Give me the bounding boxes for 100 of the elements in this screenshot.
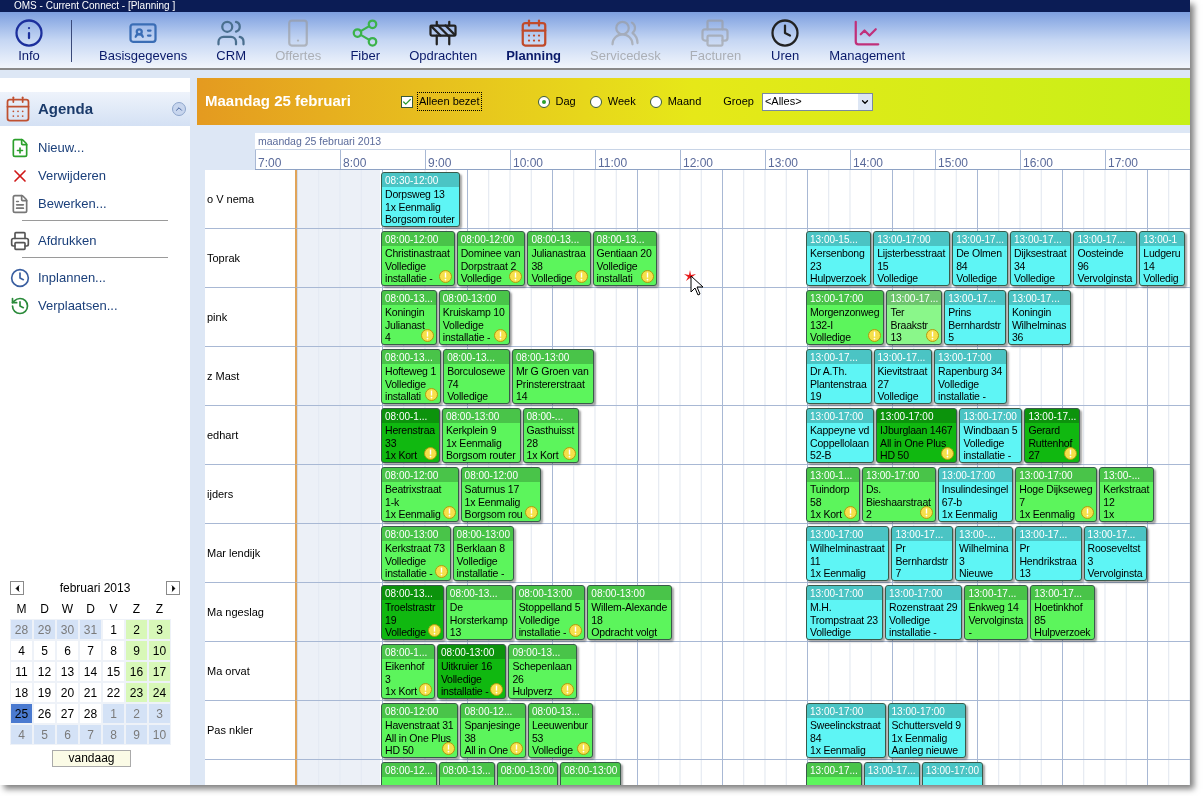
- appointment-card[interactable]: 13:00-17... Koningin Wilhelminas 36: [1007, 290, 1072, 345]
- appointment-card[interactable]: 13:00-17... Hoetinkhof 85 Hulpverzoek: [1030, 585, 1096, 640]
- calendar-day[interactable]: 7: [79, 640, 102, 661]
- calendar-day[interactable]: 6: [56, 640, 79, 661]
- calendar-day[interactable]: 1: [102, 619, 125, 640]
- today-button[interactable]: vandaag: [52, 750, 131, 767]
- sidebar-action[interactable]: Nieuw...: [10, 134, 190, 162]
- collapse-button[interactable]: [172, 102, 186, 116]
- appointment-card[interactable]: 13:00-17:00 Kappeyne vd Coppellolaan 52-B: [806, 408, 875, 463]
- appointment-card[interactable]: 13:00-17:00 M.H. Trompstraat 23 Volledige: [806, 585, 883, 640]
- appointment-card[interactable]: 13:00-... Kerkstraat 12 1x: [1099, 467, 1155, 522]
- appointment-card[interactable]: 13:00-17:00 Sweelinckstraat 84 1x Eenmalig: [806, 703, 886, 758]
- toolbar-button[interactable]: Uren: [768, 18, 803, 68]
- toolbar-button[interactable]: Planning: [504, 18, 563, 68]
- calendar-day[interactable]: 16: [125, 661, 148, 682]
- calendar-day[interactable]: 5: [33, 640, 56, 661]
- calendar-day[interactable]: 11: [10, 661, 33, 682]
- calendar-day[interactable]: 19: [33, 682, 56, 703]
- appointment-card[interactable]: 13:00-17... Ter Braakstr 13: [886, 290, 943, 345]
- appointment-card[interactable]: 13:00-17:00 Rapenburg 34 Volledige installatie -: [934, 349, 1008, 404]
- appointment-card[interactable]: 13:00-1 Ludgeru 14 Volledig: [1139, 231, 1186, 286]
- appointment-card[interactable]: 08:00-12... Spanjesinge 38 All in One: [460, 703, 526, 758]
- appointment-card[interactable]: 13:00-17:00 IJburglaan 1467 All in One Plus HD 50: [876, 408, 958, 463]
- calendar-day[interactable]: 23: [125, 682, 148, 703]
- appointment-card[interactable]: 08:00-12:00 Beatrixstraat 1-k 1x Eenmalig: [381, 467, 459, 522]
- toolbar-button[interactable]: Info: [12, 18, 46, 68]
- appointment-card[interactable]: 13:00-17... Pr Bernhardstr 7: [891, 526, 954, 581]
- previous-month-button[interactable]: [10, 581, 24, 595]
- appointment-card[interactable]: 13:00-17:00 Schuttersveld 9 1x Eenmalig Aanleg nieuwe: [887, 703, 966, 758]
- appointment-card[interactable]: 13:00-17:00 Wilhelminastraat 11 1x Eenmalig: [806, 526, 890, 581]
- toolbar-button[interactable]: Opdrachten: [407, 18, 480, 68]
- sidebar-action[interactable]: Inplannen...: [10, 264, 168, 292]
- calendar-day[interactable]: 20: [56, 682, 79, 703]
- sidebar-action[interactable]: Verwijderen: [10, 162, 190, 190]
- appointment-card[interactable]: 08:00-13:00 Willem-Alexande 18 Opdracht volgt: [587, 585, 673, 640]
- appointment-card[interactable]: 13:00-17:00 Morgenzonweg 132-I Volledige: [806, 290, 885, 345]
- appointment-card[interactable]: 13:00-17... Dijksestraat 34 Volledige: [1010, 231, 1072, 286]
- calendar-day[interactable]: 18: [10, 682, 33, 703]
- appointment-card[interactable]: 08:00-1... Eikenhof 3 1x Kort: [381, 644, 435, 699]
- appointment-card[interactable]: 08:00-12:00 Saturnus 17 1x Eenmalig Borgsom rou: [460, 467, 541, 522]
- appointment-card[interactable]: 13:00-17... Oosteinde 96 Vervolginsta: [1073, 231, 1138, 286]
- calendar-day[interactable]: 3: [148, 619, 171, 640]
- calendar-day[interactable]: 25: [10, 703, 33, 724]
- calendar-day[interactable]: 21: [79, 682, 102, 703]
- appointment-card[interactable]: 13:00-17:00 Rozenstraat 29 Volledige installatie -: [885, 585, 963, 640]
- appointment-card[interactable]: 08:00-13:00 Kerkplein 9 1x Eenmalig Borgsom router: [441, 408, 521, 463]
- appointment-card[interactable]: 13:00-17... Prins Bernhardstr 5: [944, 290, 1006, 345]
- sidebar-action[interactable]: Bewerken...: [10, 190, 190, 218]
- appointment-card[interactable]: 08:00-13:00 Berklaan 8 Volledige installatie -: [452, 526, 514, 581]
- next-month-button[interactable]: [166, 581, 180, 595]
- appointment-card[interactable]: 08:00-13... Borculosewe 74 Volledige: [443, 349, 511, 404]
- toolbar-button[interactable]: Basisgegevens: [97, 18, 190, 68]
- appointment-card[interactable]: 08:00-13:00 Kerkstraat 73 Volledige installatie -: [381, 526, 451, 581]
- appointment-card[interactable]: 08:00-13... Julianastraa 38 Volledige: [527, 231, 591, 286]
- calendar-day[interactable]: 26: [33, 703, 56, 724]
- appointment-card[interactable]: 08:00-13... De Horsterkamp 13: [445, 585, 513, 640]
- appointment-card[interactable]: 13:00-15... Kersenbong 23 Hulpverzoek: [806, 231, 872, 286]
- calendar-day[interactable]: 14: [79, 661, 102, 682]
- calendar-day[interactable]: 2: [125, 619, 148, 640]
- group-dropdown[interactable]: <Alles>: [761, 92, 873, 111]
- appointment-card[interactable]: 13:00-17... Dr A.Th. Plantenstraa 19: [806, 349, 872, 404]
- appointment-card[interactable]: 13:00-1... Tuindorp 58 1x Kort: [806, 467, 860, 522]
- appointment-card[interactable]: 08:00-12:00 Dominee van Dorpstraat 2 Volledige: [456, 231, 526, 286]
- appointment-card[interactable]: 13:00-17:00 Windbaan 5 Volledige installatie -: [959, 408, 1023, 463]
- calendar-day[interactable]: 22: [102, 682, 125, 703]
- appointment-card[interactable]: 08:00-... Gasthuisst 28 1x Kort: [522, 408, 580, 463]
- appointment-card[interactable]: 13:00-17... Rooseveltst 3 Vervolginsta: [1083, 526, 1148, 581]
- appointment-card[interactable]: 08:00-13... Gentiaan 20 Volledige installati: [592, 231, 657, 286]
- appointment-card[interactable]: 13:00-17:00 Ds. Bieshaarstraat 2: [861, 467, 936, 522]
- appointment-card[interactable]: 08:00-12:00 Havenstraat 31 All in One Plus HD 50: [381, 703, 459, 758]
- appointment-card[interactable]: 08:00-13... Leeuwenbur 53 Volledige: [527, 703, 593, 758]
- appointment-card[interactable]: 08:00-13... Hofteweg 1 Volledige installati: [381, 349, 442, 404]
- appointment-card[interactable]: 08:30-12:00 Dorpsweg 13 1x Eenmalig Borgsom router: [381, 172, 460, 227]
- appointment-card[interactable]: 13:00-17... Enkweg 14 Vervolginsta -: [964, 585, 1029, 640]
- appointment-card[interactable]: 13:00-17... Pr Hendrikstraa 13: [1015, 526, 1082, 581]
- appointment-card[interactable]: 08:00-13:00 Uitkruier 16 Volledige installatie -: [436, 644, 507, 699]
- appointment-card[interactable]: 13:00-... Wilhelmina 3 Nieuwe: [955, 526, 1014, 581]
- toolbar-button[interactable]: CRM: [214, 18, 249, 68]
- appointment-card[interactable]: 13:00-17:00 Lijsterbesstraat 15 Volledige: [873, 231, 951, 286]
- calendar-day[interactable]: 12: [33, 661, 56, 682]
- appointment-card[interactable]: 08:00-13:00 Kruiskamp 10 Volledige installatie -: [438, 290, 510, 345]
- appointment-card[interactable]: 09:00-13... Schepenlaan 26 Hulpverz: [508, 644, 577, 699]
- appointment-card[interactable]: 13:00-17:00 Hoge Dijkseweg 7 1x Eenmalig: [1015, 467, 1098, 522]
- calendar-day[interactable]: 9: [125, 640, 148, 661]
- appointment-card[interactable]: 08:00-12:00 Christinastraat Volledige installatie -: [381, 231, 455, 286]
- appointment-card[interactable]: 08:00-13:00 Stoppelland 5 Volledige installatie -: [514, 585, 586, 640]
- view-radio[interactable]: Maand: [649, 93, 702, 110]
- calendar-day[interactable]: 17: [148, 661, 171, 682]
- appointment-card[interactable]: 08:00-1... Herenstraa 33 1x Kort: [381, 408, 440, 463]
- appointment-card[interactable]: 13:00-17... Kievitstraat 27 Volledige: [873, 349, 933, 404]
- sidebar-action[interactable]: Verplaatsen...: [10, 292, 168, 320]
- calendar-day[interactable]: 27: [56, 703, 79, 724]
- toolbar-button[interactable]: Management: [827, 18, 908, 68]
- appointment-card[interactable]: 13:00-17... Gerard Ruttenhof 27: [1024, 408, 1081, 463]
- calendar-day[interactable]: 4: [10, 640, 33, 661]
- calendar-day[interactable]: 8: [102, 640, 125, 661]
- calendar-day[interactable]: 24: [148, 682, 171, 703]
- calendar-day[interactable]: 15: [102, 661, 125, 682]
- calendar-day[interactable]: 28: [79, 703, 102, 724]
- calendar-day[interactable]: 13: [56, 661, 79, 682]
